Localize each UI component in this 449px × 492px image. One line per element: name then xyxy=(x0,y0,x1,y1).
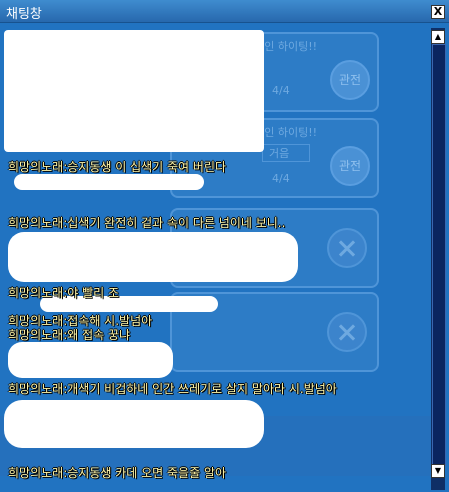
scroll-down-button[interactable]: ▼ xyxy=(431,464,445,478)
redaction-block xyxy=(4,30,264,152)
chat-message: 희망의노래:야 빨리 조 xyxy=(8,286,120,300)
close-button[interactable]: X xyxy=(431,5,445,19)
redaction-block xyxy=(14,174,204,190)
redaction-block xyxy=(4,400,264,448)
chat-message: 희망의노래:왜 접속 꿍냐 xyxy=(8,328,131,342)
chat-message: 희망의노래:승지동생 카데 오면 죽을줄 알아 xyxy=(8,466,227,480)
window-title: 채팅창 xyxy=(6,7,42,22)
chat-message: 희망의노래:개색기 비겁하네 인간 쓰레기로 살지 말아라 시.발넘아 xyxy=(8,382,337,396)
redaction-block xyxy=(8,342,173,378)
title-bar[interactable]: 채팅창 X xyxy=(0,0,449,23)
chat-scrollbar[interactable]: ▲ ▼ xyxy=(431,28,446,490)
scroll-up-button[interactable]: ▲ xyxy=(431,30,445,44)
chat-message: 희망의노래:승지동생 이 십색기 죽여 버린다 xyxy=(8,160,227,174)
chat-log: 희망의노래:승지동생 이 십색기 죽여 버린다 희망의노래:십색기 완전히 겉과… xyxy=(0,24,430,486)
chat-window: 채팅창 X 도라인 하이팅!! 4/4 관전 도라인 하이팅!! 거음 4/4 … xyxy=(0,0,449,492)
redaction-block xyxy=(8,232,298,282)
chat-message: 희망의노래:십색기 완전히 겉과 속이 다른 넘이네 보니.. xyxy=(8,216,286,230)
scroll-thumb[interactable] xyxy=(432,44,446,466)
